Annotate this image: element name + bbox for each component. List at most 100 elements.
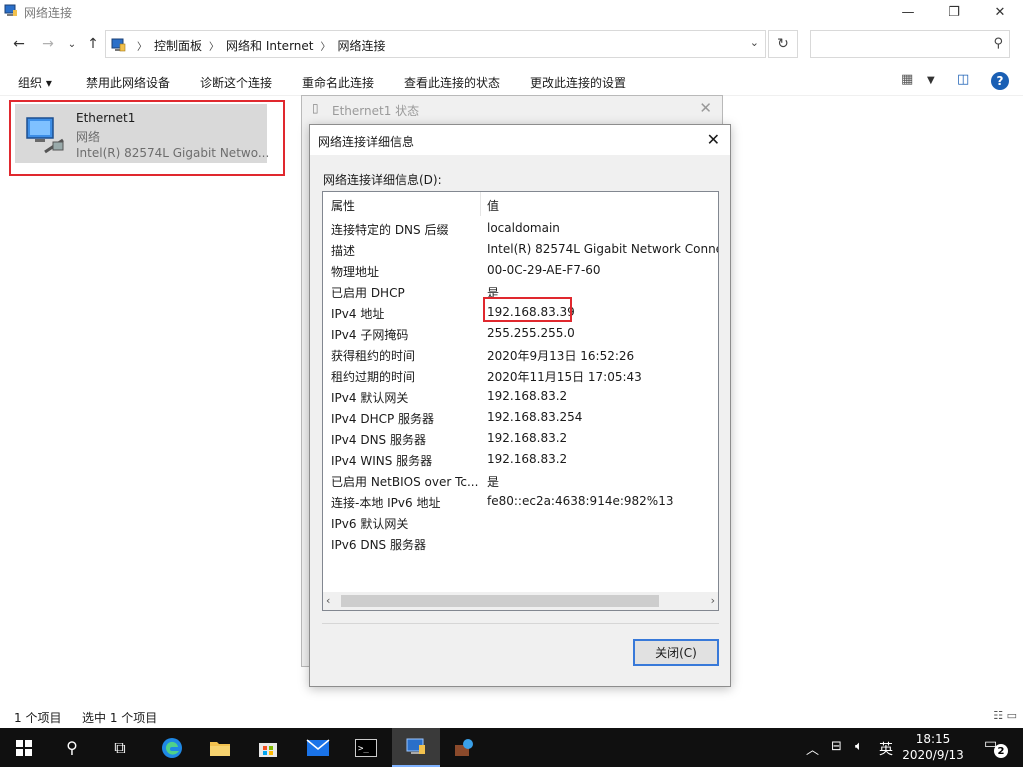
view-dropdown-icon[interactable]: ▼ — [927, 75, 935, 86]
network-adapter-item[interactable]: Ethernet1 网络 Intel(R) 82574L Gigabit Net… — [9, 100, 285, 176]
details-list-view[interactable]: 属性 值 连接特定的 DNS 后缀 localdomain 描述 Intel(R) 8… — [322, 191, 719, 611]
row-value: 00-0C-29-AE-F7-60 — [487, 263, 601, 277]
maximize-button[interactable]: ❐ — [931, 0, 977, 24]
control-panel-icon — [111, 38, 126, 52]
column-header-value[interactable]: 值 — [487, 197, 499, 214]
network-tray-icon[interactable]: ⊟ — [831, 739, 842, 754]
table-row[interactable]: 获得租约的时间 2020年9月13日 16:52:26 — [323, 344, 718, 365]
ethernet-adapter-icon — [26, 117, 64, 154]
view-options-icon[interactable]: ▦ — [901, 72, 913, 87]
breadcrumb-separator-icon[interactable]: 〉 — [209, 38, 219, 53]
clock-time: 18:15 — [915, 732, 951, 746]
forward-arrow-icon[interactable]: → — [38, 34, 58, 54]
up-arrow-icon[interactable]: ↑ — [83, 34, 103, 54]
table-row[interactable]: 连接特定的 DNS 后缀 localdomain — [323, 218, 718, 239]
volume-icon[interactable]: 🔈︎ — [855, 739, 863, 754]
minimize-button[interactable]: — — [885, 0, 931, 24]
table-row[interactable]: IPv4 DNS 服务器 192.168.83.2 — [323, 428, 718, 449]
breadcrumb-network-internet[interactable]: 网络和 Internet — [226, 37, 313, 54]
row-value: 255.255.255.0 — [487, 326, 575, 340]
command-prompt-icon[interactable]: >_ — [342, 728, 390, 767]
close-button[interactable]: 关闭(C) — [633, 639, 719, 666]
network-connections-taskbar-icon[interactable] — [392, 728, 440, 767]
edge-browser-icon[interactable] — [148, 728, 196, 767]
table-row[interactable]: IPv4 WINS 服务器 192.168.83.2 — [323, 449, 718, 470]
horizontal-scrollbar[interactable]: ‹ › — [323, 592, 718, 610]
row-property: 连接-本地 IPv6 地址 — [331, 496, 441, 510]
table-row[interactable]: 连接-本地 IPv6 地址 fe80::ec2a:4638:914e:982%13 — [323, 491, 718, 512]
network-setup-icon[interactable] — [440, 728, 488, 767]
table-row[interactable]: IPv4 DHCP 服务器 192.168.83.254 — [323, 407, 718, 428]
rename-connection-button[interactable]: 重命名此连接 — [302, 74, 374, 91]
title-bar: 网络连接 — ❐ ✕ — [0, 0, 1023, 24]
search-input[interactable]: ⚲ — [810, 30, 1010, 58]
help-icon[interactable]: ? — [991, 72, 1009, 90]
breadcrumb-separator-icon[interactable]: 〉 — [320, 38, 330, 53]
address-field[interactable]: 〉 控制面板 〉 网络和 Internet 〉 网络连接 ⌄ — [105, 30, 766, 58]
breadcrumb-control-panel[interactable]: 控制面板 — [154, 37, 202, 54]
show-hidden-icons-chevron-icon[interactable]: ︿ — [806, 739, 819, 758]
row-property: 描述 — [331, 244, 356, 258]
store-icon[interactable] — [244, 728, 292, 767]
table-row[interactable]: 已启用 NetBIOS over Tc... 是 — [323, 470, 718, 491]
details-view-icon[interactable]: ☷ ▭ — [993, 709, 1017, 722]
table-row[interactable]: 物理地址 00-0C-29-AE-F7-60 — [323, 260, 718, 281]
column-header-property[interactable]: 属性 — [331, 197, 355, 214]
recent-locations-chevron-icon[interactable]: ⌄ — [62, 34, 82, 54]
action-center-icon[interactable]: ▭ 2 — [984, 736, 1008, 758]
row-property: IPv4 DNS 服务器 — [331, 433, 426, 447]
connection-network: 网络 — [76, 130, 101, 144]
table-row[interactable]: 描述 Intel(R) 82574L Gigabit Network Connec — [323, 239, 718, 260]
column-divider[interactable] — [480, 192, 481, 216]
taskbar: ⚲ ⧉ >_ ︿ ⊟ 🔈︎ 英 18:15 2020/9/13 ▭ 2 — [0, 728, 1023, 767]
breadcrumb-network-connections[interactable]: 网络连接 — [337, 37, 385, 54]
row-value: 192.168.83.2 — [487, 452, 568, 466]
search-icon[interactable]: ⚲ — [48, 728, 96, 767]
row-property: IPv4 默认网关 — [331, 391, 409, 405]
row-property: IPv6 默认网关 — [331, 517, 409, 531]
list-header: 属性 值 — [323, 192, 718, 216]
close-icon[interactable]: ✕ — [707, 130, 720, 149]
item-count: 1 个项目 — [14, 711, 62, 725]
table-row[interactable]: 租约过期的时间 2020年11月15日 17:05:43 — [323, 365, 718, 386]
details-dialog-header: 网络连接详细信息 ✕ — [310, 125, 730, 155]
organize-menu[interactable]: 组织 ▾ — [18, 74, 52, 91]
file-explorer-icon[interactable] — [196, 728, 244, 767]
row-property: 租约过期的时间 — [331, 370, 416, 384]
connection-device: Intel(R) 82574L Gigabit Netwo... — [76, 146, 270, 160]
scroll-left-arrow-icon[interactable]: ‹ — [326, 594, 330, 607]
scrollbar-thumb[interactable] — [341, 595, 659, 607]
view-status-button[interactable]: 查看此连接的状态 — [404, 74, 500, 91]
row-property: 获得租约的时间 — [331, 349, 416, 363]
close-icon[interactable]: ✕ — [699, 99, 712, 117]
status-dialog-title: Ethernet1 状态 — [332, 104, 420, 118]
row-property: 物理地址 — [331, 265, 380, 279]
search-icon: ⚲ — [993, 36, 1003, 51]
mail-icon[interactable] — [294, 728, 342, 767]
start-windows-icon[interactable] — [0, 728, 48, 767]
diagnose-connection-button[interactable]: 诊断这个连接 — [200, 74, 272, 91]
selected-count: 选中 1 个项目 — [82, 711, 158, 725]
row-value: localdomain — [487, 221, 560, 235]
close-window-button[interactable]: ✕ — [977, 0, 1023, 24]
back-arrow-icon[interactable]: ← — [9, 34, 29, 54]
task-view-icon[interactable]: ⧉ — [96, 728, 144, 767]
table-row[interactable]: IPv4 子网掩码 255.255.255.0 — [323, 323, 718, 344]
preview-pane-icon[interactable]: ◫ — [957, 72, 969, 87]
row-property: 已启用 DHCP — [331, 286, 405, 300]
connection-name: Ethernet1 — [76, 111, 136, 125]
table-row[interactable]: IPv6 默认网关 — [323, 512, 718, 533]
address-dropdown-chevron-icon[interactable]: ⌄ — [750, 36, 759, 49]
disable-device-button[interactable]: 禁用此网络设备 — [86, 74, 170, 91]
details-dialog: 网络连接详细信息 ✕ 网络连接详细信息(D): 属性 值 连接特定的 DNS 后… — [309, 124, 731, 687]
command-bar: 组织 ▾ 禁用此网络设备 诊断这个连接 重命名此连接 查看此连接的状态 更改此连… — [0, 66, 1023, 96]
clock[interactable]: 18:15 2020/9/13 — [890, 731, 976, 763]
scroll-right-arrow-icon[interactable]: › — [711, 594, 715, 607]
refresh-icon[interactable]: ↻ — [768, 30, 798, 58]
breadcrumb: 〉 控制面板 〉 网络和 Internet 〉 网络连接 — [130, 37, 386, 54]
table-row[interactable]: IPv4 默认网关 192.168.83.2 — [323, 386, 718, 407]
change-settings-button[interactable]: 更改此连接的设置 — [530, 74, 626, 91]
table-row[interactable]: IPv6 DNS 服务器 — [323, 533, 718, 554]
breadcrumb-separator-icon[interactable]: 〉 — [137, 38, 147, 53]
network-status-icon: ▯ — [312, 101, 319, 115]
